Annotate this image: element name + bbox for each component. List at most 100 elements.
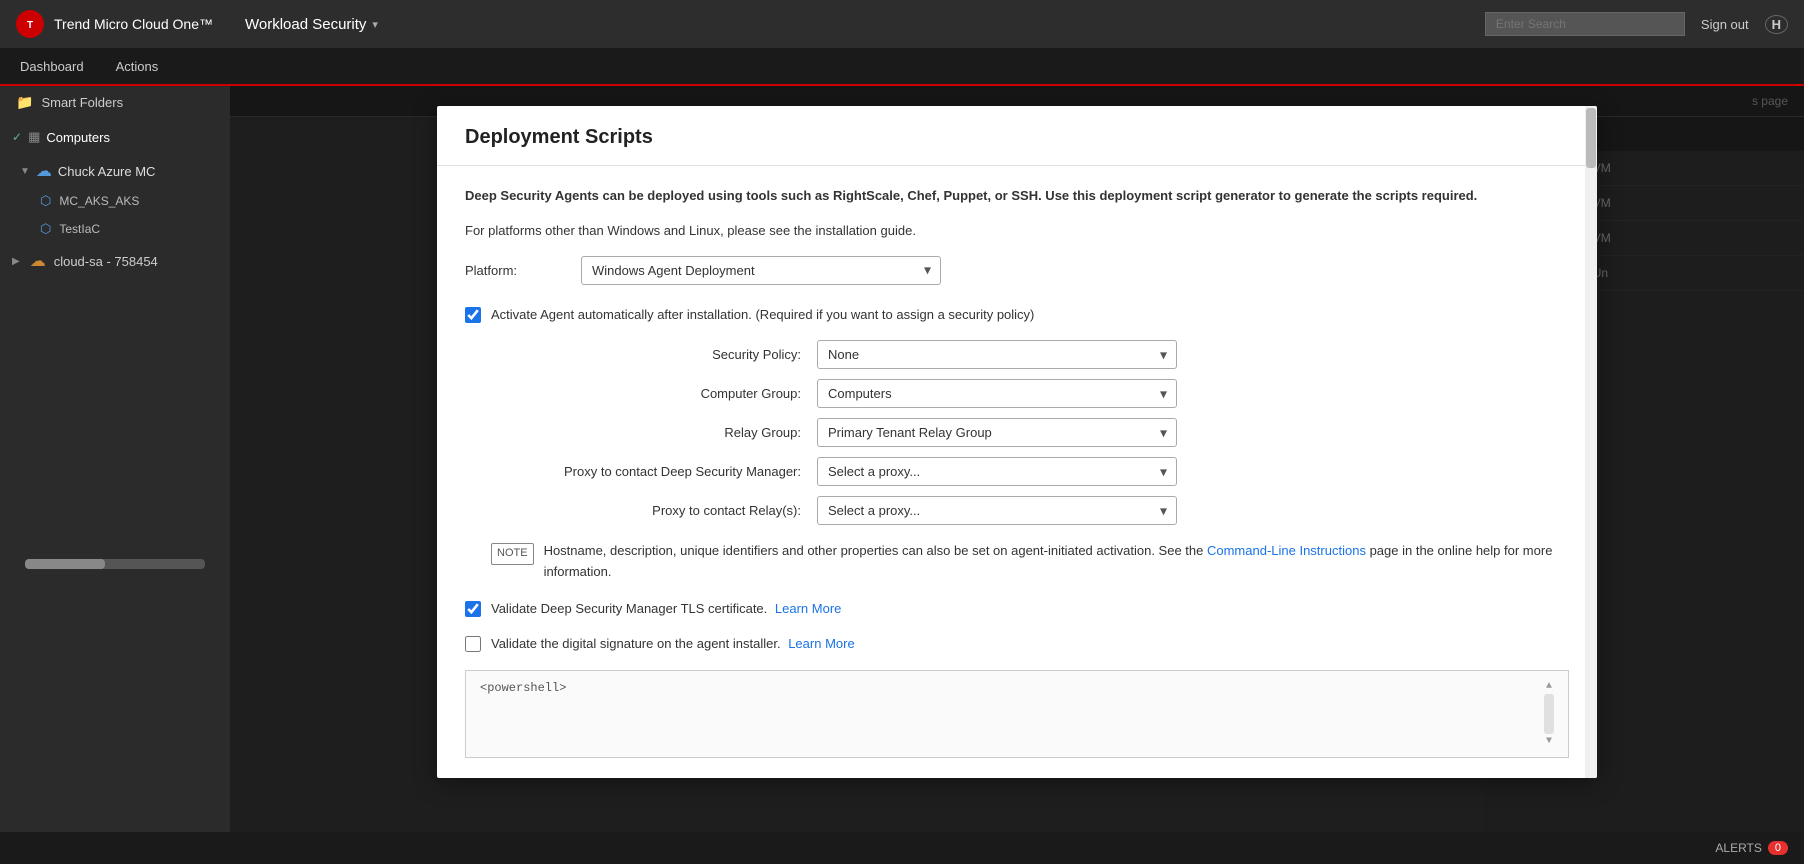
intro-paragraph-1: Deep Security Agents can be deployed usi… xyxy=(465,186,1569,207)
product-name: Workload Security xyxy=(245,16,366,33)
sign-out-link[interactable]: Sign out xyxy=(1701,17,1749,32)
validate-tls-label: Validate Deep Security Manager TLS certi… xyxy=(491,599,841,619)
brand-name: Trend Micro Cloud One™ xyxy=(54,16,213,32)
code-scrollbar[interactable]: ▲ ▼ xyxy=(1544,681,1554,747)
note-badge: NOTE xyxy=(491,543,534,565)
cloud-icon-2: ☁ xyxy=(30,251,46,271)
modal-body: Deep Security Agents can be deployed usi… xyxy=(437,166,1597,778)
note-box: NOTE Hostname, description, unique ident… xyxy=(491,541,1569,583)
code-placeholder-text: <powershell> xyxy=(480,681,566,695)
help-link[interactable]: H xyxy=(1765,15,1788,34)
search-input[interactable] xyxy=(1485,12,1685,36)
proxy-relay-select[interactable]: Select a proxy... xyxy=(817,496,1177,525)
modal-title: Deployment Scripts xyxy=(465,126,1569,149)
command-line-instructions-link[interactable]: Command-Line Instructions xyxy=(1207,543,1366,558)
validate-tls-checkbox[interactable] xyxy=(465,601,481,617)
sidebar-item-testiac[interactable]: ⬡ TestIaC xyxy=(12,215,230,243)
validate-sig-label: Validate the digital signature on the ag… xyxy=(491,634,855,654)
sidebar-item-cloud-sa[interactable]: ▶ ☁ cloud-sa - 758454 xyxy=(0,243,230,279)
computer-group-row: Computer Group: Computers xyxy=(491,379,1569,408)
intro-paragraph-2: For platforms other than Windows and Lin… xyxy=(465,221,1569,242)
bottom-checks: Validate Deep Security Manager TLS certi… xyxy=(465,599,1569,654)
cube-icon-mc-aks: ⬡ xyxy=(40,193,51,209)
proxy-dsm-select-wrap: Select a proxy... xyxy=(817,457,1177,486)
note-text: Hostname, description, unique identifier… xyxy=(544,541,1569,583)
validate-sig-row: Validate the digital signature on the ag… xyxy=(465,634,1569,654)
product-dropdown-caret: ▾ xyxy=(372,18,378,31)
check-icon: ✓ xyxy=(12,130,22,144)
proxy-dsm-select[interactable]: Select a proxy... xyxy=(817,457,1177,486)
proxy-relay-row: Proxy to contact Relay(s): Select a prox… xyxy=(491,496,1569,525)
top-bar: T Trend Micro Cloud One™ Workload Securi… xyxy=(0,0,1804,48)
proxy-relay-label: Proxy to contact Relay(s): xyxy=(491,503,801,518)
chuck-azure-label: Chuck Azure MC xyxy=(58,164,156,179)
content-area: s page STATUS Unmanaged (VM Unmanaged (V… xyxy=(230,86,1804,864)
top-bar-right: Sign out H xyxy=(1485,12,1788,36)
relay-group-row: Relay Group: Primary Tenant Relay Group xyxy=(491,418,1569,447)
intro-bold-text: Deep Security Agents can be deployed usi… xyxy=(465,188,1477,203)
modal-scrollbar[interactable] xyxy=(1585,106,1597,778)
validate-tls-row: Validate Deep Security Manager TLS certi… xyxy=(465,599,1569,619)
computer-list-icon: ▦ xyxy=(28,129,40,145)
alerts-label: ALERTS xyxy=(1715,841,1761,855)
modal-overlay: Deployment Scripts Deep Security Agents … xyxy=(230,86,1804,864)
cloud-sa-label: cloud-sa - 758454 xyxy=(54,254,158,269)
platform-row: Platform: Windows Agent Deployment Linux… xyxy=(465,256,1569,285)
code-box: <powershell> ▲ ▼ xyxy=(465,670,1569,758)
validate-sig-learn-more[interactable]: Learn More xyxy=(788,636,854,651)
platform-select[interactable]: Windows Agent Deployment Linux Agent Dep… xyxy=(581,256,941,285)
deployment-scripts-modal: Deployment Scripts Deep Security Agents … xyxy=(437,106,1597,778)
security-policy-select[interactable]: None xyxy=(817,340,1177,369)
testiac-label: TestIaC xyxy=(59,222,100,236)
expand-icon-2: ▶ xyxy=(12,256,20,267)
expand-icon: ▼ xyxy=(20,166,30,177)
trend-logo-icon: T xyxy=(16,10,44,38)
folder-icon: 📁 xyxy=(16,94,33,111)
product-dropdown[interactable]: Workload Security ▾ xyxy=(237,12,386,37)
note-text-content: Hostname, description, unique identifier… xyxy=(544,543,1204,558)
platform-select-wrapper: Windows Agent Deployment Linux Agent Dep… xyxy=(581,256,941,285)
proxy-relay-select-wrap: Select a proxy... xyxy=(817,496,1177,525)
proxy-dsm-label: Proxy to contact Deep Security Manager: xyxy=(491,464,801,479)
nav-dashboard[interactable]: Dashboard xyxy=(16,59,88,74)
platform-label: Platform: xyxy=(465,263,565,278)
sidebar: 📁 Smart Folders ✓ ▦ Computers ▼ ☁ Chuck … xyxy=(0,86,230,864)
validate-sig-text: Validate the digital signature on the ag… xyxy=(491,636,781,651)
relay-group-select-wrap: Primary Tenant Relay Group xyxy=(817,418,1177,447)
computer-group-select-wrap: Computers xyxy=(817,379,1177,408)
code-scroll-down[interactable]: ▼ xyxy=(1546,736,1552,747)
sidebar-smart-folders-label: Smart Folders xyxy=(41,95,123,110)
activate-agent-checkbox[interactable] xyxy=(465,307,481,323)
validate-tls-text: Validate Deep Security Manager TLS certi… xyxy=(491,601,767,616)
bottom-bar: ALERTS 0 xyxy=(0,832,1804,864)
validate-tls-learn-more[interactable]: Learn More xyxy=(775,601,841,616)
code-scroll-up[interactable]: ▲ xyxy=(1546,681,1552,692)
options-grid: Security Policy: None Computer Group: xyxy=(465,340,1569,525)
modal-scrollbar-thumb xyxy=(1586,108,1596,168)
security-policy-label: Security Policy: xyxy=(491,347,801,362)
computer-group-label: Computer Group: xyxy=(491,386,801,401)
secondary-nav: Dashboard Actions xyxy=(0,48,1804,86)
sidebar-computers-label: Computers xyxy=(46,130,110,145)
alerts-badge: 0 xyxy=(1768,841,1788,855)
code-scroll-track xyxy=(1544,694,1554,734)
tree-children: ▼ ☁ Chuck Azure MC ⬡ MC_AKS_AKS ⬡ TestIa… xyxy=(0,151,230,243)
security-policy-select-wrap: None xyxy=(817,340,1177,369)
sidebar-item-mc-aks[interactable]: ⬡ MC_AKS_AKS xyxy=(12,187,230,215)
sidebar-item-computers[interactable]: ✓ ▦ Computers xyxy=(0,119,230,151)
cloud-icon: ☁ xyxy=(36,161,52,181)
activate-agent-row: Activate Agent automatically after insta… xyxy=(465,305,1569,325)
relay-group-label: Relay Group: xyxy=(491,425,801,440)
validate-sig-checkbox[interactable] xyxy=(465,636,481,652)
relay-group-select[interactable]: Primary Tenant Relay Group xyxy=(817,418,1177,447)
nav-actions[interactable]: Actions xyxy=(112,59,163,74)
cube-icon-testiac: ⬡ xyxy=(40,221,51,237)
proxy-dsm-row: Proxy to contact Deep Security Manager: … xyxy=(491,457,1569,486)
activate-agent-label: Activate Agent automatically after insta… xyxy=(491,305,1034,325)
sidebar-item-smart-folders[interactable]: 📁 Smart Folders xyxy=(0,86,230,119)
main-layout: 📁 Smart Folders ✓ ▦ Computers ▼ ☁ Chuck … xyxy=(0,86,1804,864)
mc-aks-label: MC_AKS_AKS xyxy=(59,194,139,208)
sidebar-item-chuck-azure[interactable]: ▼ ☁ Chuck Azure MC xyxy=(12,151,230,187)
modal-header: Deployment Scripts xyxy=(437,106,1597,166)
computer-group-select[interactable]: Computers xyxy=(817,379,1177,408)
